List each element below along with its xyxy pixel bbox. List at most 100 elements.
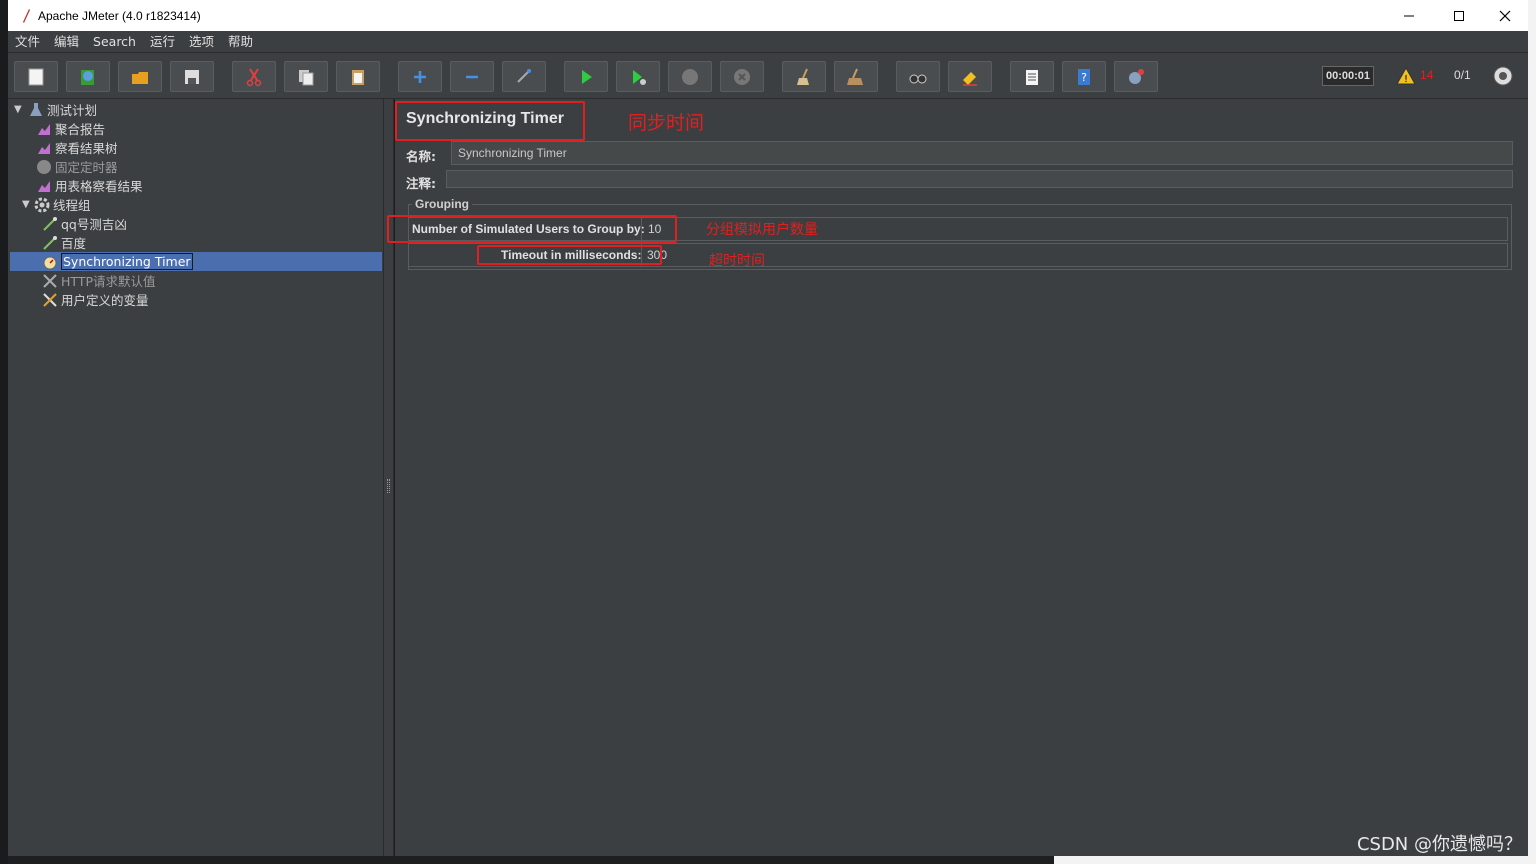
menu-options[interactable]: 选项: [182, 31, 221, 53]
svg-text:!: !: [1404, 74, 1408, 85]
tree-node-label: 固定定时器: [55, 160, 118, 175]
tree-node-view-results-tree[interactable]: 察看结果树: [36, 138, 118, 157]
warning-icon[interactable]: !: [1396, 66, 1416, 86]
tree-expand-arrow[interactable]: ▼: [14, 104, 22, 115]
plus-icon: [414, 70, 426, 83]
stop-button[interactable]: [668, 61, 712, 92]
help-button[interactable]: ?: [1062, 61, 1106, 92]
menu-file[interactable]: 文件: [8, 31, 47, 53]
tree-node-user-variables[interactable]: 用户定义的变量: [42, 290, 149, 309]
paste-button[interactable]: [336, 61, 380, 92]
tree-node-baidu-sampler[interactable]: 百度: [42, 233, 86, 252]
tree-node-label: 用户定义的变量: [61, 293, 149, 308]
help-icon: ?: [1078, 68, 1090, 85]
shutdown-button[interactable]: [720, 61, 764, 92]
function-helper-button[interactable]: [1010, 61, 1054, 92]
open-button[interactable]: [118, 61, 162, 92]
templates-button[interactable]: [66, 61, 110, 92]
window-titlebar: Apache JMeter (4.0 r1823414): [8, 0, 1528, 31]
open-folder-icon: [132, 71, 148, 84]
toggle-button[interactable]: [502, 61, 546, 92]
stop-icon: [682, 68, 698, 85]
tools-icon: [42, 292, 58, 308]
tree-node-thread-group[interactable]: 线程组: [34, 195, 91, 214]
tree-node-http-defaults[interactable]: HTTP请求默认值: [42, 271, 156, 290]
collapse-all-button[interactable]: [450, 61, 494, 92]
tree-node-label: 测试计划: [47, 103, 98, 118]
clear-all-button[interactable]: [834, 61, 878, 92]
annotation-timeout: 超时时间: [709, 253, 765, 269]
copy-icon: [299, 69, 314, 85]
splitter-grip[interactable]: [387, 479, 390, 493]
list-icon: [1026, 69, 1038, 85]
tree-node-label: 察看结果树: [55, 141, 118, 156]
tree-node-aggregate-report[interactable]: 聚合报告: [36, 119, 105, 138]
comment-input[interactable]: [446, 170, 1513, 188]
close-icon: [1499, 10, 1511, 21]
reset-search-button[interactable]: [948, 61, 992, 92]
clear-button[interactable]: [782, 61, 826, 92]
scissors-icon: [246, 67, 262, 86]
maximize-button[interactable]: [1436, 0, 1482, 31]
new-file-icon: [28, 68, 44, 85]
remote-button[interactable]: [1114, 61, 1158, 92]
stopwatch-icon: [42, 254, 58, 270]
pane-splitter[interactable]: [384, 99, 394, 856]
search-button[interactable]: [896, 61, 940, 92]
minimize-icon: [1404, 15, 1414, 16]
tools-icon: [42, 273, 58, 289]
gear-icon: [34, 197, 50, 213]
tree-node-synchronizing-timer[interactable]: Synchronizing Timer: [10, 252, 382, 271]
binoculars-icon: [909, 74, 927, 83]
menu-edit[interactable]: 编辑: [47, 31, 86, 53]
broom-icon: [797, 68, 809, 85]
timeout-input[interactable]: [641, 243, 1508, 267]
tree-node-test-plan[interactable]: 测试计划: [28, 100, 97, 119]
tree-node-label: 用表格察看结果: [55, 179, 143, 194]
cut-button[interactable]: [232, 61, 276, 92]
start-no-pauses-button[interactable]: [616, 61, 660, 92]
remote-globe-icon[interactable]: [1492, 65, 1514, 87]
paste-icon: [352, 69, 364, 85]
annotation-users-count: 分组模拟用户数量: [706, 222, 818, 238]
tree-node-label: 聚合报告: [55, 122, 106, 137]
tree-node-qq-sampler[interactable]: qq号测吉凶: [42, 214, 127, 233]
close-button[interactable]: [1482, 0, 1528, 31]
minus-icon: [466, 75, 478, 78]
copy-button[interactable]: [284, 61, 328, 92]
new-button[interactable]: [14, 61, 58, 92]
csdn-watermark: CSDN @你遗憾吗？: [1356, 834, 1522, 855]
toggle-wand-icon: [517, 68, 531, 83]
tree-node-label: HTTP请求默认值: [61, 274, 156, 289]
tree-node-label: 百度: [61, 236, 87, 251]
annotation-box-users: [387, 215, 677, 243]
tree-node-label: qq号测吉凶: [61, 217, 127, 232]
annotation-box-timeout: [477, 245, 662, 265]
save-button[interactable]: [170, 61, 214, 92]
shutdown-icon: [734, 68, 750, 85]
tree-node-constant-timer[interactable]: 固定定时器: [36, 157, 118, 176]
expand-all-button[interactable]: [398, 61, 442, 92]
maximize-icon: [1454, 10, 1464, 21]
name-label: 名称:: [406, 149, 436, 164]
minimize-button[interactable]: [1386, 0, 1432, 31]
warning-count: 14: [1420, 68, 1434, 82]
tree-node-table-results[interactable]: 用表格察看结果: [36, 176, 143, 195]
save-icon: [185, 69, 199, 84]
graph-icon: [36, 140, 52, 156]
active-threads-count: 0/1: [1454, 68, 1471, 82]
menu-run[interactable]: 运行: [143, 31, 182, 53]
start-button[interactable]: [564, 61, 608, 92]
tree-node-label: 线程组: [53, 198, 91, 213]
name-input[interactable]: Synchronizing Timer: [451, 141, 1513, 165]
pipette-icon: [42, 235, 58, 251]
menu-search[interactable]: Search: [86, 31, 143, 53]
comment-label: 注释:: [406, 176, 436, 191]
window-title: Apache JMeter (4.0 r1823414): [38, 8, 201, 23]
broom-all-icon: [847, 68, 863, 85]
play-icon: [582, 69, 592, 84]
remote-icon: [1129, 68, 1144, 84]
annotation-sync-time: 同步时间: [628, 112, 705, 134]
menu-help[interactable]: 帮助: [221, 31, 260, 53]
tree-expand-arrow[interactable]: ▼: [22, 199, 30, 210]
